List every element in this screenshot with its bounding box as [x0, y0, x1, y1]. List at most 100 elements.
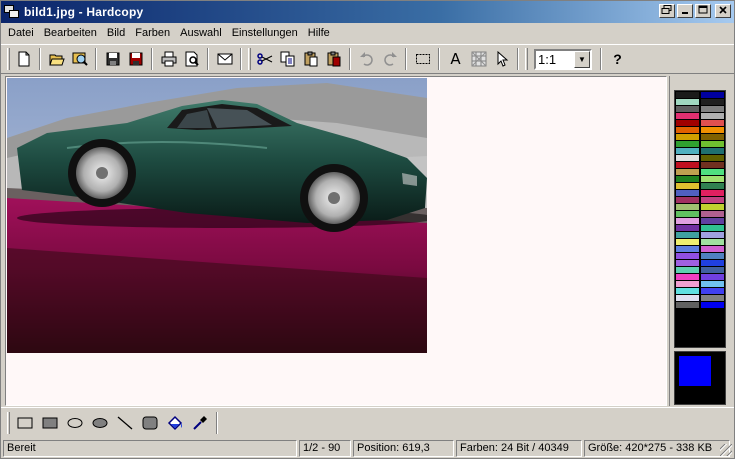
line-tool-button[interactable]: [112, 412, 137, 434]
chevron-down-icon[interactable]: ▼: [574, 50, 590, 68]
color-swatch[interactable]: [701, 211, 724, 217]
color-swatch[interactable]: [676, 302, 699, 308]
rounded-rectangle-tool-button[interactable]: [137, 412, 162, 434]
menu-datei[interactable]: Datei: [3, 24, 39, 42]
paste-special-button[interactable]: [322, 48, 345, 70]
zoom-select[interactable]: 1:1 ▼: [534, 48, 592, 70]
color-swatch[interactable]: [701, 183, 724, 189]
toolbar-grip-2[interactable]: [248, 48, 251, 70]
color-swatch[interactable]: [701, 106, 724, 112]
color-swatch[interactable]: [701, 267, 724, 273]
text-tool-button[interactable]: A: [444, 48, 467, 70]
color-swatch[interactable]: [701, 141, 724, 147]
color-swatch[interactable]: [701, 281, 724, 287]
color-swatch[interactable]: [676, 281, 699, 287]
color-swatch[interactable]: [701, 176, 724, 182]
toolbar-grip[interactable]: [7, 48, 10, 70]
save-button[interactable]: [101, 48, 124, 70]
resize-grip[interactable]: [720, 444, 732, 456]
color-swatch[interactable]: [701, 232, 724, 238]
color-swatch[interactable]: [701, 197, 724, 203]
menu-bild[interactable]: Bild: [102, 24, 130, 42]
color-swatch[interactable]: [676, 253, 699, 259]
print-preview-button[interactable]: [180, 48, 203, 70]
color-swatch[interactable]: [701, 225, 724, 231]
color-swatch[interactable]: [676, 155, 699, 161]
color-swatch[interactable]: [701, 218, 724, 224]
color-swatch[interactable]: [676, 204, 699, 210]
color-swatch[interactable]: [701, 260, 724, 266]
color-swatch[interactable]: [701, 169, 724, 175]
maximize-icon[interactable]: [695, 4, 711, 18]
fill-tool-button[interactable]: [162, 412, 187, 434]
color-swatch[interactable]: [676, 239, 699, 245]
menu-bearbeiten[interactable]: Bearbeiten: [39, 24, 102, 42]
save-as-button[interactable]: [124, 48, 147, 70]
toolbar-grip-3[interactable]: [525, 48, 528, 70]
color-swatch[interactable]: [676, 288, 699, 294]
menu-einstellungen[interactable]: Einstellungen: [227, 24, 303, 42]
color-swatch[interactable]: [701, 99, 724, 105]
paste-button[interactable]: [299, 48, 322, 70]
color-swatch[interactable]: [676, 190, 699, 196]
color-swatch[interactable]: [676, 225, 699, 231]
select-rectangle-button[interactable]: [411, 48, 434, 70]
color-swatch[interactable]: [701, 162, 724, 168]
color-swatch[interactable]: [676, 106, 699, 112]
color-swatch[interactable]: [676, 120, 699, 126]
color-swatch[interactable]: [701, 274, 724, 280]
color-palette[interactable]: [674, 90, 726, 348]
color-swatch[interactable]: [701, 302, 724, 308]
print-button[interactable]: [157, 48, 180, 70]
color-swatch[interactable]: [701, 134, 724, 140]
color-picker-tool-button[interactable]: [187, 412, 212, 434]
redo-button[interactable]: [378, 48, 401, 70]
color-swatch[interactable]: [676, 148, 699, 154]
color-swatch[interactable]: [676, 274, 699, 280]
color-swatch[interactable]: [676, 113, 699, 119]
filled-ellipse-tool-button[interactable]: [87, 412, 112, 434]
title-bar[interactable]: bild1.jpg - Hardcopy: [1, 1, 734, 23]
color-swatch[interactable]: [676, 169, 699, 175]
help-button[interactable]: ?: [606, 48, 629, 70]
color-swatch[interactable]: [701, 204, 724, 210]
current-color-box[interactable]: [674, 351, 726, 405]
color-swatch[interactable]: [676, 211, 699, 217]
rectangle-tool-button[interactable]: [12, 412, 37, 434]
menu-auswahl[interactable]: Auswahl: [175, 24, 227, 42]
color-swatch[interactable]: [701, 295, 724, 301]
color-swatch[interactable]: [676, 162, 699, 168]
color-swatch[interactable]: [701, 127, 724, 133]
color-swatch[interactable]: [676, 127, 699, 133]
color-swatch[interactable]: [701, 239, 724, 245]
color-swatch[interactable]: [701, 155, 724, 161]
color-swatch[interactable]: [676, 197, 699, 203]
menu-hilfe[interactable]: Hilfe: [303, 24, 335, 42]
pointer-tool-button[interactable]: [490, 48, 513, 70]
color-swatch[interactable]: [701, 92, 724, 98]
drawbar-grip[interactable]: [7, 411, 10, 434]
color-swatch[interactable]: [676, 260, 699, 266]
color-swatch[interactable]: [701, 246, 724, 252]
close-icon[interactable]: [715, 4, 731, 18]
color-swatch[interactable]: [701, 148, 724, 154]
color-swatch[interactable]: [676, 183, 699, 189]
app-icon[interactable]: [4, 4, 20, 20]
new-file-button[interactable]: [12, 48, 35, 70]
minimize-icon[interactable]: [677, 4, 693, 18]
ellipse-tool-button[interactable]: [62, 412, 87, 434]
filled-rectangle-tool-button[interactable]: [37, 412, 62, 434]
email-button[interactable]: [213, 48, 236, 70]
color-swatch[interactable]: [676, 141, 699, 147]
image-canvas[interactable]: [5, 76, 667, 406]
open-file-button[interactable]: [45, 48, 68, 70]
color-swatch[interactable]: [676, 99, 699, 105]
color-swatch[interactable]: [676, 218, 699, 224]
grid-tool-button[interactable]: [467, 48, 490, 70]
color-swatch[interactable]: [676, 232, 699, 238]
color-swatch[interactable]: [701, 253, 724, 259]
color-swatch[interactable]: [701, 120, 724, 126]
undo-button[interactable]: [355, 48, 378, 70]
menu-farben[interactable]: Farben: [130, 24, 175, 42]
restore-icon[interactable]: [659, 4, 675, 18]
